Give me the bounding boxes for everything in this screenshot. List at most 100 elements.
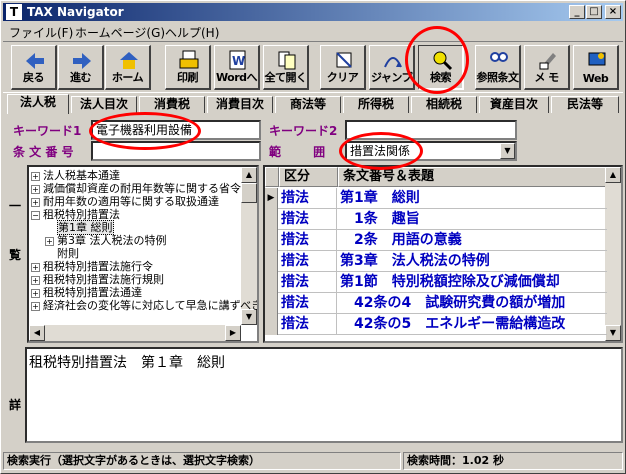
table-row[interactable]: 措法 2条 用語の意義 bbox=[265, 230, 607, 251]
tree-view[interactable]: ▲ ▼ ◀ ▶ + 法人税基本通達 + 減価償却資産の耐用年数等に関する省令 + 耐用年数… bbox=[27, 165, 259, 343]
expand-icon[interactable]: + bbox=[31, 171, 40, 181]
range-select[interactable]: 措置法関係 ▼ bbox=[345, 141, 517, 161]
window-title: TAX Navigator bbox=[27, 5, 124, 19]
tab-sozokuzei[interactable]: 相続税 bbox=[411, 96, 477, 113]
tree-item[interactable]: + 法人税基本通達 bbox=[31, 169, 120, 182]
expand-icon[interactable]: + bbox=[31, 288, 40, 298]
home-icon bbox=[120, 52, 138, 69]
main-window: T TAX Navigator _ □ × ファイル(F) ホームページ(G) … bbox=[0, 0, 626, 474]
print-icon bbox=[179, 50, 199, 69]
column-header-title[interactable]: 条文番号＆表題 bbox=[338, 167, 608, 187]
table-row[interactable]: 措法 第3章 法人税法の特例 bbox=[265, 251, 607, 272]
tree-item[interactable]: + 租税特別措置法通達 bbox=[31, 286, 142, 299]
scroll-up-icon[interactable]: ▲ bbox=[241, 167, 257, 183]
expand-icon[interactable]: + bbox=[31, 262, 40, 272]
expand-all-button[interactable]: 全て開く bbox=[263, 45, 309, 90]
app-icon: T bbox=[6, 4, 22, 20]
tree-item-label: 減価償却資産の耐用年数等に関する省令 bbox=[43, 182, 241, 195]
menu-homepage[interactable]: ホームページ(G) bbox=[75, 24, 165, 41]
expand-icon[interactable]: + bbox=[31, 184, 40, 194]
keyword2-label: キーワード2 bbox=[269, 124, 338, 138]
tab-shohi-mokuji[interactable]: 消費目次 bbox=[207, 96, 273, 113]
jump-icon bbox=[384, 57, 402, 68]
range-label: 範 囲 bbox=[269, 145, 340, 159]
table-row[interactable]: 措法 42条の4 試験研究費の額が増加 bbox=[265, 293, 607, 314]
article-number-field[interactable] bbox=[91, 141, 261, 161]
search-button[interactable]: 検索 bbox=[418, 45, 464, 90]
article-number-label: 条 文 番 号 bbox=[13, 145, 74, 159]
status-message: 検索実行（選択文字があるときは、選択文字検索） bbox=[3, 452, 401, 470]
tree-item[interactable]: + 耐用年数の適用等に関する取扱通達 bbox=[31, 195, 219, 208]
expand-icon[interactable]: + bbox=[45, 236, 54, 246]
tab-shisan-mokuji[interactable]: 資産目次 bbox=[479, 96, 549, 113]
detail-pane[interactable]: 租税特別措置法 第１章 総則 bbox=[25, 347, 623, 443]
cell-title: 1条 趣旨 bbox=[340, 211, 420, 227]
word-export-button[interactable]: W Wordへ bbox=[214, 45, 260, 90]
tab-shoho[interactable]: 商法等 bbox=[275, 96, 341, 113]
title-bar: T TAX Navigator _ □ × bbox=[3, 3, 623, 21]
tree-item-label: 附則 bbox=[57, 247, 79, 260]
clear-icon bbox=[336, 52, 352, 68]
tree-item[interactable]: + 減価償却資産の耐用年数等に関する省令 bbox=[31, 182, 241, 195]
menu-help[interactable]: ヘルプ(H) bbox=[165, 24, 219, 41]
row-marker bbox=[265, 314, 278, 335]
memo-button[interactable]: メ モ bbox=[524, 45, 570, 90]
maximize-button[interactable]: □ bbox=[586, 5, 602, 19]
tree-item[interactable]: + 租税特別措置法施行令 bbox=[31, 260, 153, 273]
detail-side-label: 詳 bbox=[9, 398, 22, 412]
back-button[interactable]: 戻る bbox=[11, 45, 57, 90]
chevron-down-icon[interactable]: ▼ bbox=[500, 143, 515, 159]
expand-icon[interactable]: + bbox=[31, 275, 40, 285]
web-button[interactable]: Web bbox=[573, 45, 619, 90]
forward-button[interactable]: 進む bbox=[58, 45, 104, 90]
tree-item[interactable]: + 租税特別措置法施行規則 bbox=[31, 273, 164, 286]
detail-text: 租税特別措置法 第１章 総則 bbox=[29, 355, 225, 371]
row-marker bbox=[265, 209, 278, 230]
table-row[interactable]: 措法 42条の5 エネルギー需給構造改 bbox=[265, 314, 607, 335]
cell-kubun: 措法 bbox=[279, 314, 337, 335]
table-row[interactable]: ▶ 措法 第1章 総則 bbox=[265, 188, 607, 209]
tab-hojinzei[interactable]: 法人税 bbox=[7, 94, 69, 114]
tree-item[interactable]: + 経済社会の変化等に対応して早急に講ずべき bbox=[31, 299, 257, 312]
tree-item[interactable]: 附則 bbox=[45, 247, 79, 260]
expand-icon[interactable]: + bbox=[31, 301, 40, 311]
tab-hojin-mokuji[interactable]: 法人目次 bbox=[71, 96, 137, 113]
memo-icon bbox=[539, 53, 556, 70]
column-header-kubun[interactable]: 区分 bbox=[279, 167, 338, 187]
scroll-up-icon[interactable]: ▲ bbox=[605, 167, 621, 183]
keyword1-field[interactable]: 電子機器利用設備 bbox=[91, 120, 261, 140]
tree-item[interactable]: 第1章 総則 bbox=[45, 220, 114, 235]
tab-minpo[interactable]: 民法等 bbox=[551, 96, 619, 113]
menu-file[interactable]: ファイル(F) bbox=[9, 24, 73, 41]
result-grid[interactable]: 区分 条文番号＆表題 ▲ ▼ ▶ 措法 第1章 総則 措法 1条 趣旨 措法 2条 用語… bbox=[263, 165, 623, 343]
cell-kubun: 措法 bbox=[279, 230, 337, 251]
print-button[interactable]: 印刷 bbox=[165, 45, 211, 90]
home-button[interactable]: ホーム bbox=[105, 45, 151, 90]
forward-icon bbox=[73, 53, 91, 69]
collapse-icon[interactable]: − bbox=[31, 210, 40, 220]
scroll-thumb[interactable] bbox=[241, 183, 257, 203]
svg-text:W: W bbox=[232, 54, 245, 68]
scroll-left-icon[interactable]: ◀ bbox=[29, 325, 45, 341]
tree-item-label: 租税特別措置法施行規則 bbox=[43, 273, 164, 286]
close-button[interactable]: × bbox=[605, 5, 621, 19]
table-row[interactable]: 措法 第1節 特別税額控除及び減価償却 bbox=[265, 272, 607, 293]
cell-kubun: 措法 bbox=[279, 251, 337, 272]
scroll-right-icon[interactable]: ▶ bbox=[225, 325, 241, 341]
row-marker bbox=[265, 272, 278, 293]
table-row[interactable]: 措法 1条 趣旨 bbox=[265, 209, 607, 230]
keyword1-label: キーワード1 bbox=[13, 124, 82, 138]
reference-button[interactable]: 参照条文 bbox=[475, 45, 521, 90]
list-side-label-1: 一 bbox=[9, 199, 22, 213]
tab-shohizei[interactable]: 消費税 bbox=[139, 96, 205, 113]
tree-item[interactable]: + 第3章 法人税法の特例 bbox=[45, 234, 167, 247]
expand-icon[interactable]: + bbox=[31, 197, 40, 207]
row-marker bbox=[265, 293, 278, 314]
jump-button[interactable]: ジャンプ bbox=[369, 45, 415, 90]
keyword2-field[interactable] bbox=[345, 120, 517, 140]
cell-title: 42条の4 試験研究費の額が増加 bbox=[340, 295, 566, 311]
tab-shotokuzei[interactable]: 所得税 bbox=[343, 96, 409, 113]
minimize-button[interactable]: _ bbox=[569, 5, 585, 19]
tree-horizontal-scrollbar[interactable]: ◀ ▶ bbox=[29, 325, 241, 341]
clear-button[interactable]: クリア bbox=[320, 45, 366, 90]
